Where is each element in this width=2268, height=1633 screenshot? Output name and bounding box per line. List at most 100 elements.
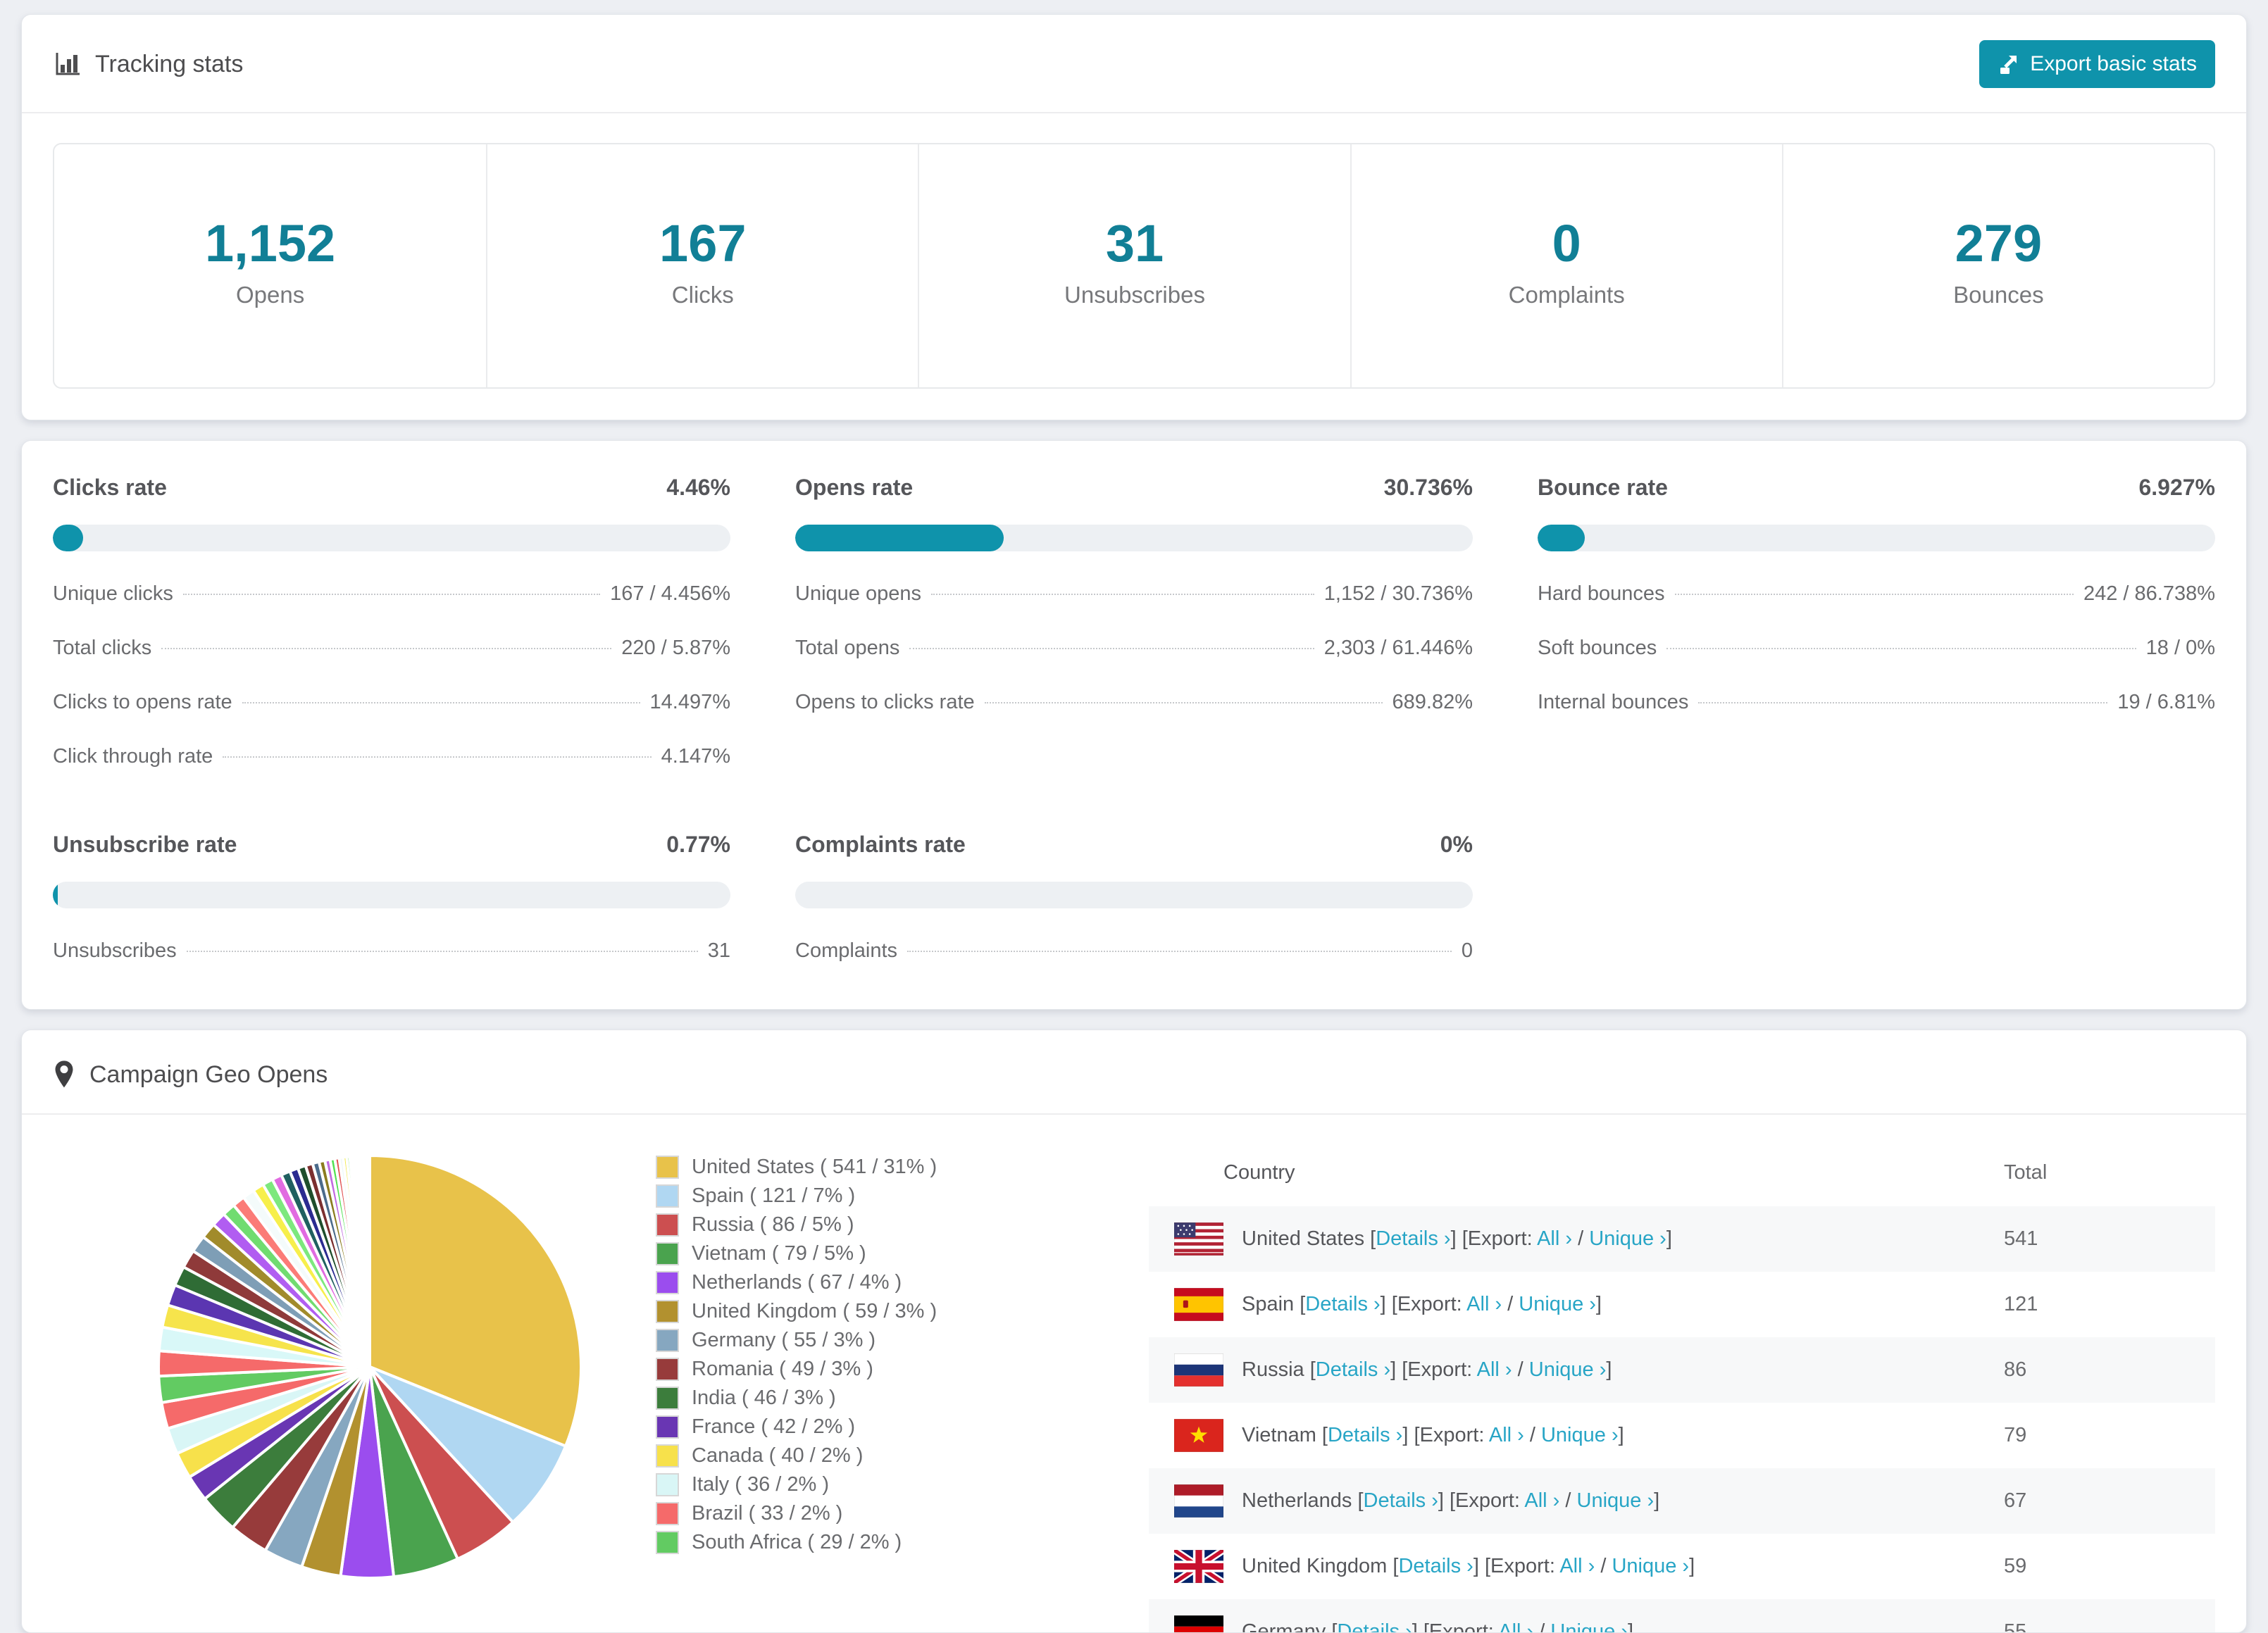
legend-label: United States ( 541 / 31% ) (692, 1156, 937, 1179)
legend-item-romania: Romania ( 49 / 3% ) (656, 1355, 1050, 1384)
country-links: Netherlands [Details ›] [Export: All › /… (1242, 1489, 1659, 1513)
details-link[interactable]: Details › (1305, 1293, 1380, 1315)
export-basic-stats-button[interactable]: Export basic stats (1979, 40, 2215, 88)
rate-title: Clicks rate (53, 475, 167, 501)
legend-swatch (656, 1444, 679, 1468)
legend-item-south-africa: South Africa ( 29 / 2% ) (656, 1528, 1050, 1557)
bracket: [ (1370, 1227, 1376, 1250)
country-links: Russia [Details ›] [Export: All › / Uniq… (1242, 1358, 1612, 1382)
bracket: ] (1619, 1424, 1624, 1446)
dotted-leader (1666, 648, 2136, 649)
legend-item-russia: Russia ( 86 / 5% ) (656, 1210, 1050, 1239)
rate-row-value: 4.147% (661, 745, 730, 768)
legend-swatch (656, 1242, 679, 1265)
legend-label: India ( 46 / 3% ) (692, 1387, 836, 1410)
rate-row-value: 242 / 86.738% (2083, 582, 2215, 606)
legend-swatch (656, 1329, 679, 1352)
rate-row-value: 1,152 / 30.736% (1324, 582, 1473, 606)
rate-row-label: Click through rate (53, 745, 213, 768)
legend-item-india: India ( 46 / 3% ) (656, 1384, 1050, 1413)
export-all-link[interactable]: All › (1498, 1620, 1533, 1632)
slash: / (1524, 1424, 1541, 1446)
legend-label: France ( 42 / 2% ) (692, 1415, 855, 1439)
geo-content: United States ( 541 / 31% ) Spain ( 121 /… (22, 1115, 2246, 1632)
rate-rows: Unique clicks167 / 4.456%Total clicks220… (53, 582, 730, 768)
stat-card-unsubscribes: 31Unsubscribes (918, 144, 1350, 387)
country-name: Germany (1242, 1620, 1331, 1632)
map-pin-icon (53, 1060, 75, 1089)
legend-label: Romania ( 49 / 3% ) (692, 1358, 873, 1381)
table-row-vn: Vietnam [Details ›] [Export: All › / Uni… (1149, 1403, 2215, 1468)
legend-label: Germany ( 55 / 3% ) (692, 1329, 876, 1352)
details-link[interactable]: Details › (1316, 1358, 1390, 1381)
rate-row-label: Internal bounces (1538, 691, 1688, 714)
tracking-stats-card: Tracking stats Export basic stats 1,152O… (21, 14, 2247, 420)
export-prefix: [Export: (1485, 1555, 1559, 1577)
bracket: ] (1390, 1358, 1402, 1381)
rate-value: 4.46% (666, 475, 730, 501)
stat-card-clicks: 167Clicks (486, 144, 918, 387)
export-prefix: [Export: (1462, 1227, 1537, 1250)
export-all-link[interactable]: All › (1489, 1424, 1524, 1446)
progress-bar-track (1538, 525, 2215, 551)
details-link[interactable]: Details › (1398, 1555, 1473, 1577)
slash: / (1502, 1293, 1519, 1315)
stat-label: Complaints (1352, 282, 1782, 308)
legend-label: Netherlands ( 67 / 4% ) (692, 1271, 902, 1294)
legend-label: Italy ( 36 / 2% ) (692, 1473, 829, 1496)
bracket: ] (1451, 1227, 1462, 1250)
export-prefix: [Export: (1402, 1358, 1476, 1381)
dotted-leader (161, 648, 611, 649)
legend-swatch (656, 1415, 679, 1439)
rates-grid: Clicks rate 4.46% Unique clicks167 / 4.456… (22, 441, 2246, 1009)
slash: / (1559, 1489, 1576, 1512)
flag-us-icon (1174, 1222, 1223, 1256)
export-unique-link[interactable]: Unique › (1529, 1358, 1607, 1381)
export-unique-link[interactable]: Unique › (1577, 1489, 1655, 1512)
rate-row-label: Total opens (795, 637, 899, 660)
legend-item-united-states: United States ( 541 / 31% ) (656, 1153, 1050, 1182)
rate-row-value: 14.497% (650, 691, 731, 714)
bracket: ] (1438, 1489, 1450, 1512)
country-name: Spain (1242, 1293, 1300, 1315)
export-unique-link[interactable]: Unique › (1550, 1620, 1628, 1632)
details-link[interactable]: Details › (1364, 1489, 1438, 1512)
tracking-stats-title: Tracking stats (53, 50, 243, 78)
stat-value: 279 (1783, 213, 2214, 273)
export-all-link[interactable]: All › (1466, 1293, 1502, 1315)
progress-bar-track (53, 882, 730, 908)
total-cell: 79 (2004, 1424, 2215, 1447)
legend-item-spain: Spain ( 121 / 7% ) (656, 1182, 1050, 1210)
rate-row: Total clicks220 / 5.87% (53, 637, 730, 660)
export-all-link[interactable]: All › (1537, 1227, 1572, 1250)
export-all-link[interactable]: All › (1524, 1489, 1559, 1512)
dotted-leader (931, 594, 1314, 595)
stat-value: 1,152 (54, 213, 486, 273)
rate-row-label: Total clicks (53, 637, 151, 660)
export-unique-link[interactable]: Unique › (1612, 1555, 1689, 1577)
export-unique-link[interactable]: Unique › (1541, 1424, 1619, 1446)
rate-row-label: Complaints (795, 939, 897, 963)
details-link[interactable]: Details › (1337, 1620, 1412, 1632)
export-unique-link[interactable]: Unique › (1519, 1293, 1596, 1315)
dotted-leader (223, 756, 651, 758)
dotted-leader (1675, 594, 2074, 595)
rate-panel-header: Bounce rate6.927% (1538, 475, 2215, 501)
dotted-leader (242, 702, 640, 703)
details-link[interactable]: Details › (1376, 1227, 1450, 1250)
details-link[interactable]: Details › (1328, 1424, 1402, 1446)
country-name: United States (1242, 1227, 1370, 1250)
bracket: ] (1606, 1358, 1612, 1381)
export-unique-link[interactable]: Unique › (1589, 1227, 1666, 1250)
flag-es-icon (1174, 1288, 1223, 1321)
rate-row-label: Unsubscribes (53, 939, 177, 963)
export-all-link[interactable]: All › (1559, 1555, 1595, 1577)
legend-label: Spain ( 121 / 7% ) (692, 1184, 855, 1208)
legend-item-canada: Canada ( 40 / 2% ) (656, 1441, 1050, 1470)
rate-title: Unsubscribe rate (53, 832, 237, 858)
bracket: ] (1654, 1489, 1659, 1512)
bracket: [ (1357, 1489, 1363, 1512)
geo-table-header: CountryTotal (1149, 1139, 2215, 1206)
export-all-link[interactable]: All › (1477, 1358, 1512, 1381)
legend-item-france: France ( 42 / 2% ) (656, 1413, 1050, 1441)
